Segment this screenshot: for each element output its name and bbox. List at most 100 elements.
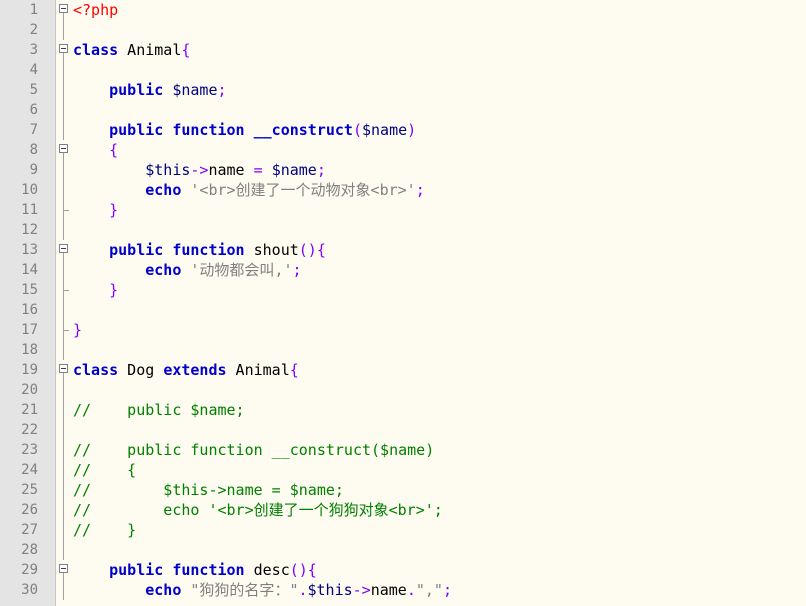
line-number: 14 xyxy=(21,262,38,278)
code-line[interactable]: 27 // } xyxy=(0,520,806,540)
code-line[interactable]: 6 xyxy=(0,100,806,120)
code-token: $name xyxy=(362,121,408,139)
code-line[interactable]: 18 xyxy=(0,340,806,360)
fold-toggle-icon[interactable] xyxy=(59,0,71,20)
code-token: class xyxy=(73,41,119,59)
line-number: 12 xyxy=(21,222,38,238)
code-line[interactable]: 22 xyxy=(0,420,806,440)
code-line[interactable]: 1 <?php xyxy=(0,0,806,20)
code-line[interactable]: 10 echo '<br>创建了一个动物对象<br>'; xyxy=(0,180,806,200)
fold-end-marker xyxy=(59,320,71,340)
fold-guide-line xyxy=(59,160,71,180)
fold-toggle-icon[interactable] xyxy=(59,140,71,160)
code-line[interactable]: 19 class Dog extends Animal{ xyxy=(0,360,806,380)
code-line[interactable]: 23 // public function __construct($name) xyxy=(0,440,806,460)
code-line[interactable]: 7 public function __construct($name) xyxy=(0,120,806,140)
code-token: name xyxy=(370,581,407,599)
code-token: __construct xyxy=(253,121,353,139)
fold-toggle-icon[interactable] xyxy=(59,40,71,60)
fold-guide-line xyxy=(59,420,71,440)
code-text: class Dog extends Animal{ xyxy=(73,360,299,380)
code-token: // $this->name = $name; xyxy=(73,481,344,499)
line-number: 28 xyxy=(21,542,38,558)
code-line[interactable]: 29 public function desc(){ xyxy=(0,560,806,580)
code-line[interactable]: 17} xyxy=(0,320,806,340)
code-text: echo '动物都会叫,'; xyxy=(73,260,301,280)
code-token: "," xyxy=(415,581,443,599)
line-number: 20 xyxy=(21,382,38,398)
code-text: // $this->name = $name; xyxy=(73,480,344,500)
code-line[interactable]: 4 xyxy=(0,60,806,80)
code-text: { xyxy=(73,140,118,160)
fold-toggle-icon[interactable] xyxy=(59,360,71,380)
code-line[interactable]: 2 xyxy=(0,20,806,40)
code-token: ; xyxy=(415,181,425,199)
line-number: 29 xyxy=(21,562,38,578)
code-token: { xyxy=(181,41,191,59)
fold-guide-line xyxy=(59,60,71,80)
line-number: 24 xyxy=(21,462,38,478)
code-line[interactable]: 26 // echo '<br>创建了一个狗狗对象<br>'; xyxy=(0,500,806,520)
code-token: shout xyxy=(244,241,299,259)
fold-toggle-icon[interactable] xyxy=(59,560,71,580)
code-token: // echo '<br>创建了一个狗狗对象<br>'; xyxy=(73,501,443,519)
code-token: "狗狗的名字：" xyxy=(190,581,299,599)
code-text: public function desc(){ xyxy=(73,560,317,580)
code-line[interactable]: 9 $this->name = $name; xyxy=(0,160,806,180)
code-token: desc xyxy=(244,561,290,579)
code-token: (){ xyxy=(289,561,317,579)
code-line[interactable]: 16 xyxy=(0,300,806,320)
code-line[interactable]: 13 public function shout(){ xyxy=(0,240,806,260)
code-token: $this xyxy=(145,161,191,179)
line-number: 1 xyxy=(29,2,38,18)
code-line[interactable]: 25 // $this->name = $name; xyxy=(0,480,806,500)
code-lines: 1 <?php 2 3 class Animal{ 4 5 public $name; 6 7 … xyxy=(0,0,806,600)
fold-guide-line xyxy=(59,520,71,540)
line-number: 7 xyxy=(29,122,38,138)
code-text: echo '<br>创建了一个动物对象<br>'; xyxy=(73,180,425,200)
fold-guide-line xyxy=(59,120,71,140)
fold-guide-line xyxy=(59,400,71,420)
code-line[interactable]: 12 xyxy=(0,220,806,240)
code-line[interactable]: 15 } xyxy=(0,280,806,300)
fold-guide-line xyxy=(59,300,71,320)
code-token: -> xyxy=(352,581,371,599)
fold-guide-line xyxy=(59,260,71,280)
fold-guide-line xyxy=(59,440,71,460)
line-number: 4 xyxy=(29,62,38,78)
code-token: '动物都会叫,' xyxy=(190,261,293,279)
code-text: $this->name = $name; xyxy=(73,160,326,180)
code-token: Dog xyxy=(118,361,164,379)
code-line[interactable]: 3 class Animal{ xyxy=(0,40,806,60)
code-token: ; xyxy=(316,161,326,179)
code-token: // } xyxy=(73,521,137,539)
code-line[interactable]: 14 echo '动物都会叫,'; xyxy=(0,260,806,280)
fold-guide-line xyxy=(59,500,71,520)
code-text: // { xyxy=(73,460,136,480)
code-line[interactable]: 11 } xyxy=(0,200,806,220)
code-text: } xyxy=(73,280,118,300)
code-line[interactable]: 8 { xyxy=(0,140,806,160)
code-line[interactable]: 21 // public $name; xyxy=(0,400,806,420)
code-line[interactable]: 30 echo "狗狗的名字：".$this->name.","; xyxy=(0,580,806,600)
line-number: 16 xyxy=(21,302,38,318)
code-editor[interactable]: 1 <?php 2 3 class Animal{ 4 5 public $name; 6 7 … xyxy=(0,0,806,606)
code-token: ; xyxy=(217,81,227,99)
fold-toggle-icon[interactable] xyxy=(59,240,71,260)
code-line[interactable]: 20 xyxy=(0,380,806,400)
code-token: } xyxy=(109,201,119,219)
code-line[interactable]: 28 xyxy=(0,540,806,560)
code-token: extends xyxy=(163,361,227,379)
code-line[interactable]: 5 public $name; xyxy=(0,80,806,100)
code-text: public $name; xyxy=(73,80,227,100)
code-text: } xyxy=(73,320,82,340)
code-line[interactable]: 24 // { xyxy=(0,460,806,480)
